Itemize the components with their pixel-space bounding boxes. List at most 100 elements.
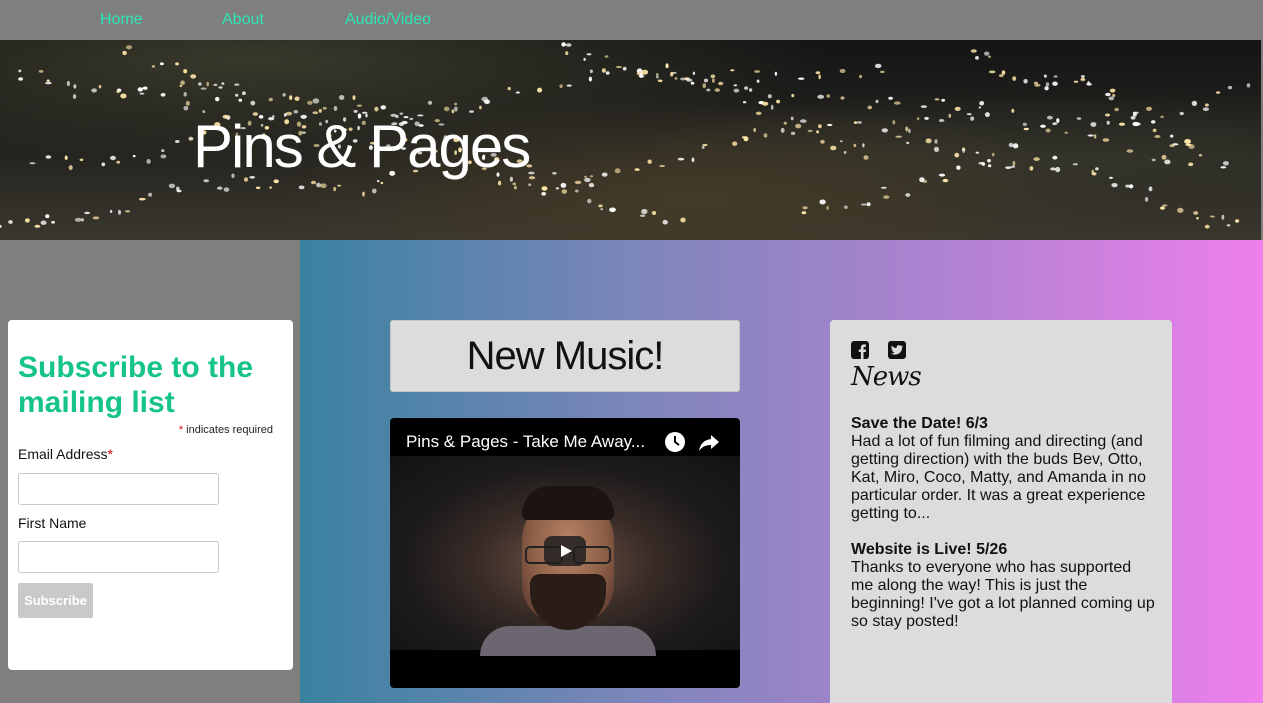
- light-bulb: [641, 208, 648, 215]
- light-bulb: [892, 120, 896, 125]
- light-bulb: [988, 70, 996, 74]
- nav-audio-video-link[interactable]: Audio/Video: [345, 11, 431, 29]
- light-bulb: [791, 93, 795, 98]
- light-bulb: [984, 51, 990, 56]
- header-banner: Pins & Pages: [0, 40, 1261, 240]
- light-bulb: [844, 205, 848, 209]
- light-bulb: [819, 199, 826, 205]
- light-bulb: [807, 129, 813, 133]
- light-bulb: [605, 71, 610, 75]
- light-bulb: [206, 81, 209, 87]
- light-bulb: [74, 217, 82, 222]
- light-bulb: [1040, 124, 1046, 128]
- news-item-title[interactable]: Website is Live! 5/26: [851, 541, 1156, 559]
- light-bulb: [1010, 165, 1016, 168]
- light-bulb: [770, 104, 774, 110]
- light-bulb: [601, 172, 608, 177]
- light-bulb: [776, 99, 781, 104]
- news-item-title[interactable]: Save the Date! 6/3: [851, 415, 1156, 433]
- light-bulb: [1055, 166, 1061, 173]
- light-bulb: [45, 155, 52, 159]
- watch-later-icon[interactable]: [664, 431, 686, 453]
- light-bulb: [125, 45, 133, 50]
- light-bulb: [1044, 74, 1047, 78]
- light-bulb: [362, 191, 365, 197]
- light-bulb: [826, 123, 833, 127]
- light-bulb: [586, 53, 592, 56]
- light-bulb: [802, 206, 808, 210]
- light-bulb: [883, 195, 890, 199]
- light-bulb: [815, 71, 821, 75]
- light-bulb: [856, 121, 862, 124]
- light-bulb: [537, 87, 543, 93]
- light-bulb: [1132, 122, 1139, 126]
- light-bulb: [970, 49, 977, 53]
- light-bulb: [73, 84, 77, 89]
- nav-home-link[interactable]: Home: [100, 11, 143, 29]
- first-name-field[interactable]: [18, 541, 219, 573]
- light-bulb: [1104, 113, 1111, 117]
- light-bulb: [132, 154, 136, 158]
- light-bulb: [1111, 183, 1118, 188]
- light-bulb: [1034, 83, 1041, 87]
- light-bulb: [981, 162, 986, 166]
- light-bulb: [66, 80, 70, 87]
- news-item[interactable]: Website is Live! 5/26 Thanks to everyone…: [851, 541, 1156, 631]
- light-bulb: [116, 90, 120, 94]
- light-bulb: [600, 208, 604, 211]
- light-bulb: [560, 182, 567, 188]
- light-bulb: [51, 220, 55, 224]
- light-bulb: [742, 136, 746, 139]
- light-bulb: [218, 86, 223, 89]
- light-bulb: [657, 79, 663, 83]
- light-bulb: [934, 139, 938, 144]
- news-item[interactable]: Save the Date! 6/3 Had a lot of fun film…: [851, 415, 1156, 523]
- light-bulb: [68, 165, 73, 171]
- light-bulb: [84, 211, 90, 215]
- light-bulb: [160, 93, 166, 97]
- light-bulb: [282, 93, 286, 97]
- light-bulb: [598, 204, 603, 208]
- light-bulb: [1188, 162, 1194, 167]
- light-bulb: [956, 165, 961, 170]
- light-bulb: [718, 81, 724, 86]
- email-field[interactable]: [18, 473, 219, 505]
- video-title[interactable]: Pins & Pages - Take Me Away...: [406, 432, 656, 452]
- light-bulb: [744, 86, 749, 90]
- light-bulb: [880, 70, 885, 74]
- light-bulb: [215, 96, 220, 102]
- light-bulb: [1012, 76, 1017, 81]
- light-bulb: [1184, 139, 1191, 144]
- light-bulb: [1053, 75, 1058, 78]
- light-bulb: [601, 68, 607, 73]
- share-icon[interactable]: [698, 431, 720, 453]
- twitter-icon[interactable]: [888, 341, 906, 359]
- light-bulb: [565, 51, 569, 56]
- light-bulb: [528, 183, 532, 186]
- light-bulb: [443, 106, 450, 112]
- light-bulb: [183, 106, 189, 111]
- light-bulb: [920, 105, 928, 108]
- facebook-icon[interactable]: [851, 341, 869, 359]
- light-bulb: [298, 185, 305, 190]
- light-bulb: [1148, 186, 1153, 192]
- light-bulb: [1008, 142, 1014, 148]
- light-bulb: [733, 88, 740, 93]
- light-bulb: [120, 93, 127, 99]
- light-bulb: [1126, 149, 1134, 153]
- video-player[interactable]: Pins & Pages - Take Me Away...: [390, 418, 740, 688]
- play-icon[interactable]: [544, 536, 586, 566]
- light-bulb: [1073, 80, 1079, 83]
- light-bulb: [565, 43, 572, 47]
- light-bulb: [356, 104, 363, 107]
- light-bulb: [79, 158, 84, 162]
- subscribe-button[interactable]: Subscribe: [18, 583, 93, 618]
- light-bulb: [1052, 155, 1058, 160]
- light-bulb: [988, 55, 991, 58]
- light-bulb: [294, 96, 300, 101]
- light-bulb: [839, 68, 846, 74]
- light-bulb: [1095, 167, 1099, 171]
- nav-about-link[interactable]: About: [222, 11, 264, 29]
- light-bulb: [1080, 78, 1086, 82]
- light-bulb: [589, 175, 594, 178]
